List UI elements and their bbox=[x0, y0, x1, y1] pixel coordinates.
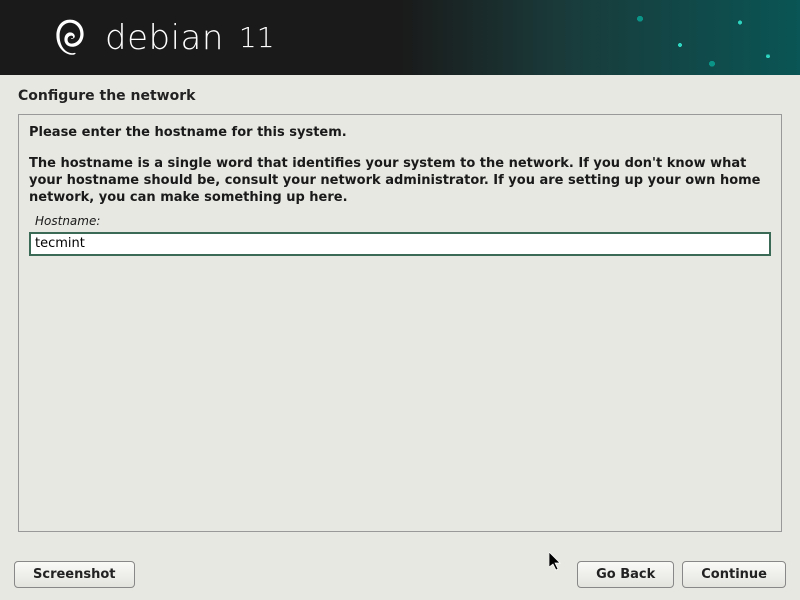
hostname-input[interactable] bbox=[29, 232, 771, 256]
version-text: 11 bbox=[239, 21, 275, 54]
description-text: The hostname is a single word that ident… bbox=[29, 156, 771, 207]
debian-swirl-icon bbox=[50, 13, 90, 63]
installer-banner: debian 11 bbox=[0, 0, 800, 75]
instruction-text: Please enter the hostname for this syste… bbox=[29, 125, 771, 142]
continue-button[interactable]: Continue bbox=[682, 561, 786, 588]
content-area: Configure the network Please enter the h… bbox=[0, 75, 800, 532]
footer-bar: Screenshot Go Back Continue bbox=[14, 561, 786, 588]
section-title: Configure the network bbox=[18, 88, 782, 104]
brand-text: debian bbox=[105, 18, 224, 58]
go-back-button[interactable]: Go Back bbox=[577, 561, 674, 588]
hostname-label: Hostname: bbox=[35, 214, 771, 228]
main-panel: Please enter the hostname for this syste… bbox=[18, 114, 782, 532]
screenshot-button[interactable]: Screenshot bbox=[14, 561, 135, 588]
